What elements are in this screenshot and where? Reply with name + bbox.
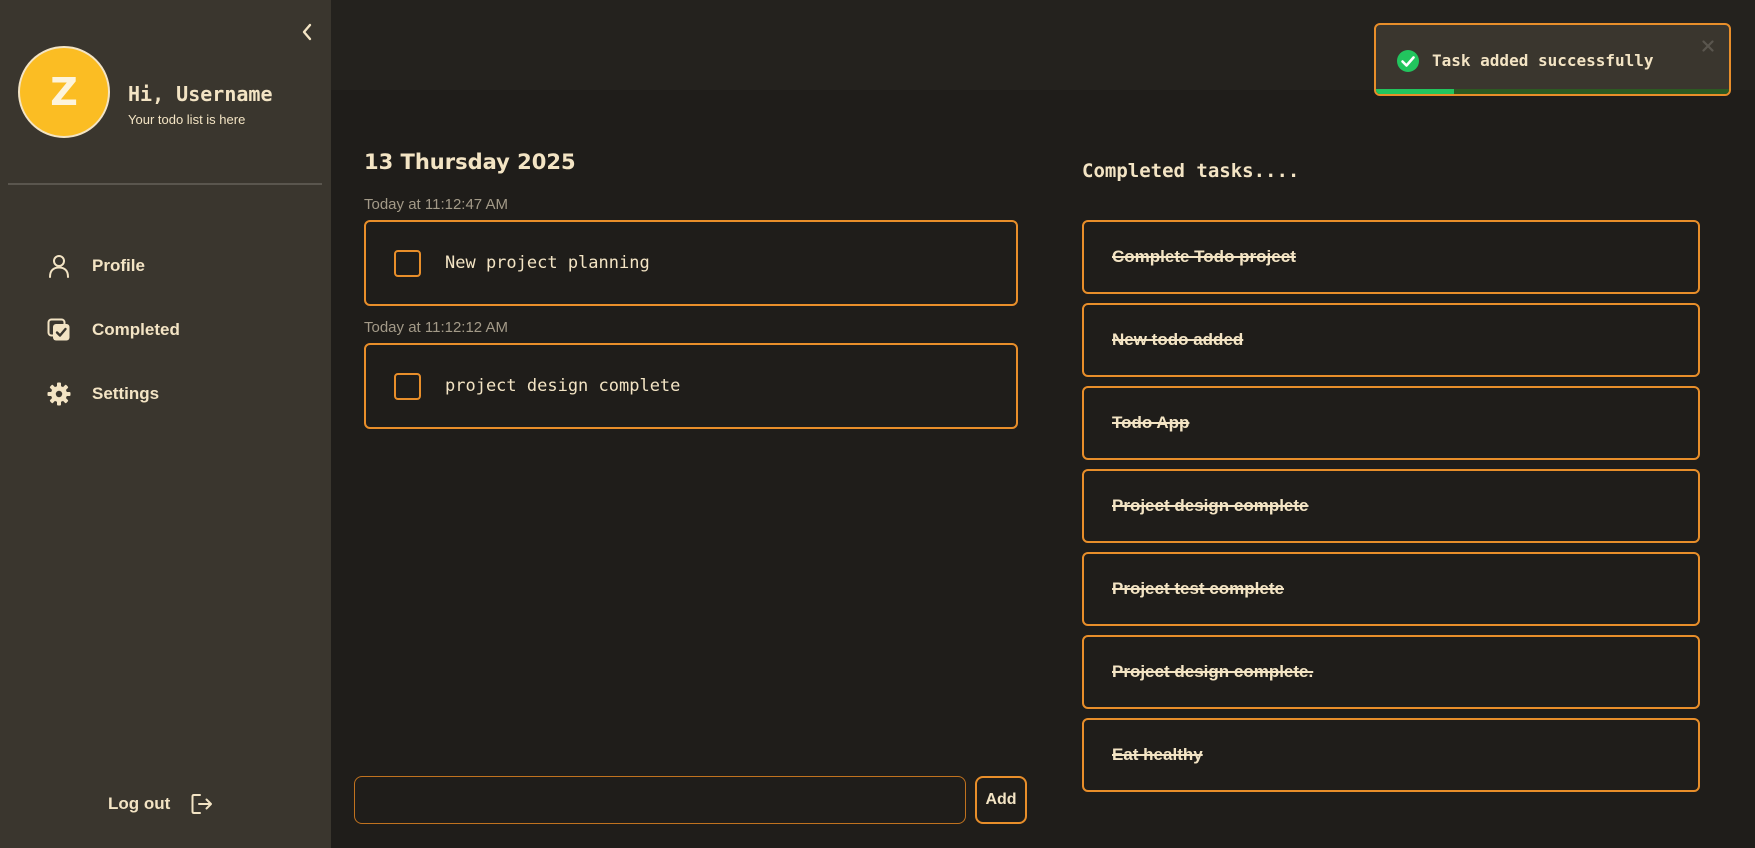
sidebar-item-label: Completed: [92, 320, 180, 339]
sidebar-item-label: Settings: [92, 384, 160, 403]
logout-icon: [190, 792, 214, 816]
new-task-input[interactable]: [354, 776, 966, 824]
chevron-left-icon: [302, 23, 312, 41]
greeting-text: Hi, Username: [128, 82, 273, 106]
date-heading: 13 Thursday 2025: [364, 150, 576, 174]
check-circle-icon: [1397, 50, 1419, 72]
toast-message: Task added successfully: [1432, 51, 1654, 70]
completed-task-text: Todo App: [1112, 413, 1190, 432]
completed-task-text: Project design complete: [1112, 496, 1309, 515]
sidebar-item-profile[interactable]: Profile: [46, 251, 145, 281]
completed-task-card: Complete Todo project: [1082, 220, 1700, 294]
sidebar-item-completed[interactable]: Completed: [46, 315, 180, 345]
completed-task-card: Todo App: [1082, 386, 1700, 460]
completed-task-card: Project design complete.: [1082, 635, 1700, 709]
task-timestamp: Today at 11:12:47 AM: [364, 196, 508, 213]
toast-close-button[interactable]: [1699, 37, 1717, 55]
task-checkbox[interactable]: [394, 372, 421, 400]
greeting-subtitle: Your todo list is here: [128, 112, 246, 127]
toast-progress-track: [1376, 89, 1729, 94]
task-text: New project planning: [445, 253, 650, 273]
task-text: project design complete: [445, 376, 681, 396]
completed-task-card: New todo added: [1082, 303, 1700, 377]
completed-heading: Completed tasks....: [1082, 160, 1300, 182]
task-card: project design complete: [364, 343, 1018, 429]
completed-task-card: Project test complete: [1082, 552, 1700, 626]
close-icon: [1702, 40, 1714, 52]
check-square-icon: [46, 317, 72, 343]
sidebar-item-label: Profile: [92, 256, 145, 275]
completed-task-text: Project test complete: [1112, 579, 1284, 598]
completed-task-text: Project design complete.: [1112, 662, 1314, 681]
completed-task-text: Eat healthy: [1112, 745, 1203, 764]
logout-label: Log out: [108, 794, 171, 813]
sidebar: Z Hi, Username Your todo list is here Pr…: [0, 0, 331, 848]
task-checkbox[interactable]: [394, 249, 421, 277]
task-timestamp: Today at 11:12:12 AM: [364, 319, 508, 336]
toast-notification: Task added successfully: [1374, 23, 1731, 96]
user-icon: [46, 253, 72, 279]
completed-task-card: Project design complete: [1082, 469, 1700, 543]
completed-task-card: Eat healthy: [1082, 718, 1700, 792]
task-card: New project planning: [364, 220, 1018, 306]
sidebar-divider: [8, 183, 322, 185]
completed-task-text: New todo added: [1112, 330, 1244, 349]
gear-icon: [46, 381, 72, 407]
avatar: Z: [18, 46, 110, 138]
logout-button[interactable]: Log out: [108, 792, 214, 816]
toast-progress-bar: [1376, 89, 1454, 94]
collapse-sidebar-button[interactable]: [296, 18, 318, 46]
add-task-button[interactable]: Add: [975, 776, 1027, 824]
sidebar-item-settings[interactable]: Settings: [46, 379, 159, 409]
completed-task-text: Complete Todo project: [1112, 247, 1296, 266]
